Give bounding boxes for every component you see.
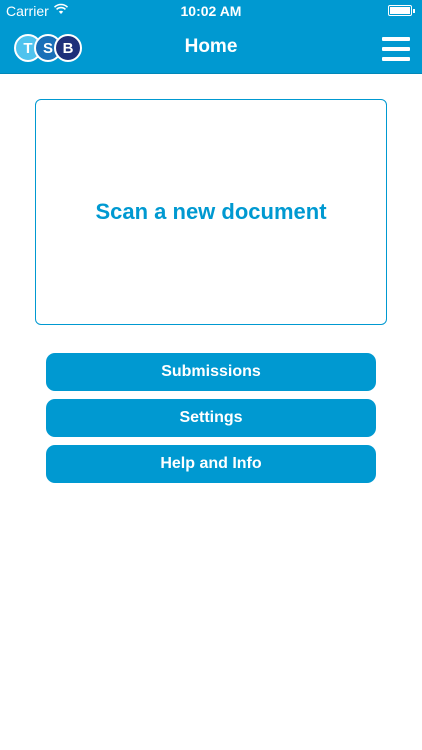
help-and-info-button[interactable]: Help and Info <box>46 445 376 483</box>
status-time: 10:02 AM <box>180 3 242 19</box>
status-bar: Carrier 10:02 AM <box>0 0 422 22</box>
page-title: Home <box>184 36 238 57</box>
scan-document-label: Scan a new document <box>95 199 327 224</box>
submissions-button[interactable]: Submissions <box>46 353 376 391</box>
settings-button[interactable]: Settings <box>46 399 376 437</box>
hamburger-menu-icon[interactable] <box>382 37 410 61</box>
battery-icon <box>388 5 415 16</box>
scan-document-card[interactable]: Scan a new document <box>35 99 387 325</box>
nav-bar: T S B Home <box>0 22 422 74</box>
